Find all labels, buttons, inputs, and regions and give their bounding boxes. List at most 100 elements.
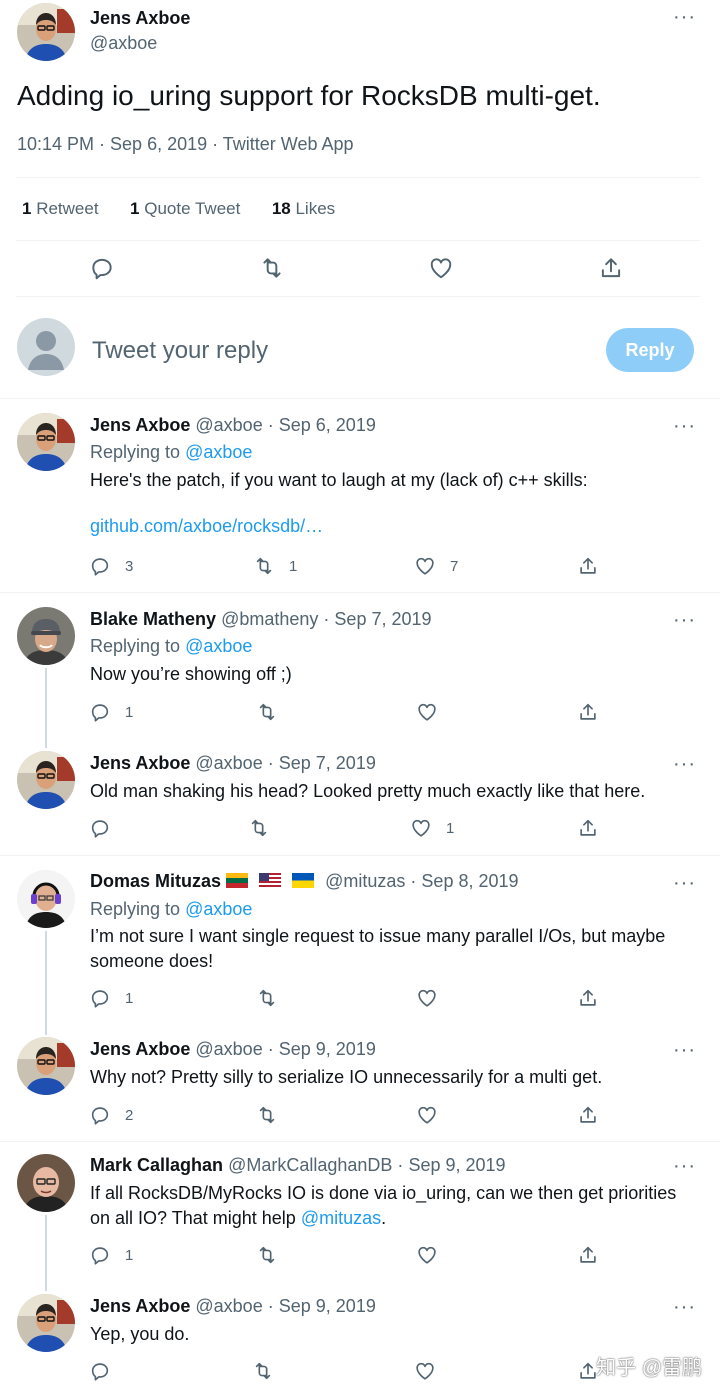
retweet-button[interactable] <box>256 1244 278 1266</box>
mention-link[interactable]: @axboe <box>185 442 252 462</box>
reply-date[interactable]: Sep 8, 2019 <box>421 871 518 891</box>
author-handle[interactable]: @mituzas <box>325 871 405 891</box>
like-button[interactable] <box>416 701 438 723</box>
mention-link[interactable]: @axboe <box>185 899 252 919</box>
reply-date[interactable]: Sep 6, 2019 <box>279 415 376 435</box>
avatar[interactable] <box>17 3 75 61</box>
thread-line <box>45 668 47 748</box>
reply-button[interactable]: 2 <box>89 1104 133 1126</box>
replying-to: Replying to @axboe <box>90 636 253 656</box>
avatar[interactable] <box>17 1154 75 1212</box>
reply-icon <box>89 987 111 1009</box>
avatar[interactable] <box>17 413 75 471</box>
retweet-button[interactable] <box>248 817 270 839</box>
author-name[interactable]: Jens Axboe <box>90 415 190 435</box>
retweet-button[interactable]: 1 <box>253 555 297 577</box>
author-handle[interactable]: @bmatheny <box>221 609 318 629</box>
more-icon[interactable]: ··· <box>673 610 696 630</box>
author-name[interactable]: Mark Callaghan <box>90 1155 223 1175</box>
author-name[interactable]: Jens Axboe <box>90 8 190 29</box>
author-handle[interactable]: @axboe <box>195 753 262 773</box>
share-button[interactable] <box>577 1104 599 1126</box>
reply-date[interactable]: Sep 9, 2019 <box>279 1039 376 1059</box>
heart-icon <box>416 701 438 723</box>
heart-icon <box>416 987 438 1009</box>
reply-button[interactable] <box>89 255 115 281</box>
reply-text: Yep, you do. <box>90 1324 190 1344</box>
share-icon <box>577 817 599 839</box>
reply-icon <box>89 1244 111 1266</box>
more-icon[interactable]: ··· <box>673 1040 696 1060</box>
retweet-button[interactable] <box>259 255 285 281</box>
reply-text: If all RocksDB/MyRocks IO is done via io… <box>90 1183 677 1228</box>
more-icon[interactable]: ··· <box>673 7 696 27</box>
retweet-button[interactable] <box>256 701 278 723</box>
author-handle[interactable]: @axboe <box>195 415 262 435</box>
reply-header: Jens Axboe @axboe · Sep 7, 2019 <box>90 753 376 773</box>
retweets-stat[interactable]: 1 Retweet <box>22 199 99 218</box>
like-button[interactable] <box>414 1360 436 1382</box>
reply-date[interactable]: Sep 7, 2019 <box>279 753 376 773</box>
avatar[interactable] <box>17 1037 75 1095</box>
retweet-button[interactable] <box>252 1360 274 1382</box>
reply-button[interactable] <box>89 1360 111 1382</box>
avatar[interactable] <box>17 751 75 809</box>
reply-submit-button[interactable]: Reply <box>606 328 694 372</box>
share-button[interactable] <box>577 1244 599 1266</box>
author-handle[interactable]: @MarkCallaghanDB <box>228 1155 392 1175</box>
like-button[interactable] <box>416 1104 438 1126</box>
share-button[interactable] <box>577 555 599 577</box>
retweet-icon <box>256 987 278 1009</box>
like-button[interactable] <box>416 1244 438 1266</box>
reply-button[interactable]: 1 <box>89 701 133 723</box>
divider <box>0 1141 720 1142</box>
reply-date[interactable]: Sep 9, 2019 <box>279 1296 376 1316</box>
divider <box>16 296 700 297</box>
like-button[interactable]: 1 <box>410 817 454 839</box>
share-button[interactable] <box>577 817 599 839</box>
share-button[interactable] <box>598 255 624 281</box>
reply-date[interactable]: Sep 9, 2019 <box>408 1155 505 1175</box>
patch-link[interactable]: github.com/axboe/rocksdb/… <box>90 516 323 537</box>
like-button[interactable] <box>428 255 454 281</box>
reply-button[interactable]: 1 <box>89 1244 133 1266</box>
more-icon[interactable]: ··· <box>673 416 696 436</box>
like-button[interactable]: 7 <box>414 555 458 577</box>
author-handle[interactable]: @axboe <box>195 1039 262 1059</box>
author-name[interactable]: Jens Axboe <box>90 753 190 773</box>
reply-header: Jens Axboe @axboe · Sep 9, 2019 <box>90 1296 376 1316</box>
tweet-meta[interactable]: 10:14 PM · Sep 6, 2019 · Twitter Web App <box>17 134 354 155</box>
reply-button[interactable] <box>89 817 111 839</box>
usa-flag <box>259 873 282 888</box>
reply-button[interactable]: 3 <box>89 555 133 577</box>
author-handle[interactable]: @axboe <box>90 33 157 54</box>
more-icon[interactable]: ··· <box>673 754 696 774</box>
author-handle[interactable]: @axboe <box>195 1296 262 1316</box>
divider <box>0 855 720 856</box>
reply-button[interactable]: 1 <box>89 987 133 1009</box>
more-icon[interactable]: ··· <box>673 1156 696 1176</box>
reply-date[interactable]: Sep 7, 2019 <box>334 609 431 629</box>
retweet-button[interactable] <box>256 1104 278 1126</box>
avatar[interactable] <box>17 870 75 928</box>
mention-link[interactable]: @mituzas <box>301 1208 381 1228</box>
share-button[interactable] <box>577 701 599 723</box>
avatar[interactable] <box>17 607 75 665</box>
divider <box>16 240 700 241</box>
likes-stat[interactable]: 18 Likes <box>272 199 335 218</box>
mention-link[interactable]: @axboe <box>185 636 252 656</box>
author-name[interactable]: Jens Axboe <box>90 1296 190 1316</box>
author-name[interactable]: Jens Axboe <box>90 1039 190 1059</box>
avatar[interactable] <box>17 1294 75 1352</box>
more-icon[interactable]: ··· <box>673 873 696 893</box>
like-button[interactable] <box>416 987 438 1009</box>
reply-input[interactable]: Tweet your reply <box>92 337 268 365</box>
reply-text: Now you’re showing off ;) <box>90 664 292 684</box>
retweet-button[interactable] <box>256 987 278 1009</box>
more-icon[interactable]: ··· <box>673 1297 696 1317</box>
author-name[interactable]: Blake Matheny <box>90 609 216 629</box>
quotes-stat[interactable]: 1 Quote Tweet <box>130 199 240 218</box>
share-button[interactable] <box>577 987 599 1009</box>
heart-icon <box>428 255 454 281</box>
author-name[interactable]: Domas Mituzas <box>90 871 221 891</box>
